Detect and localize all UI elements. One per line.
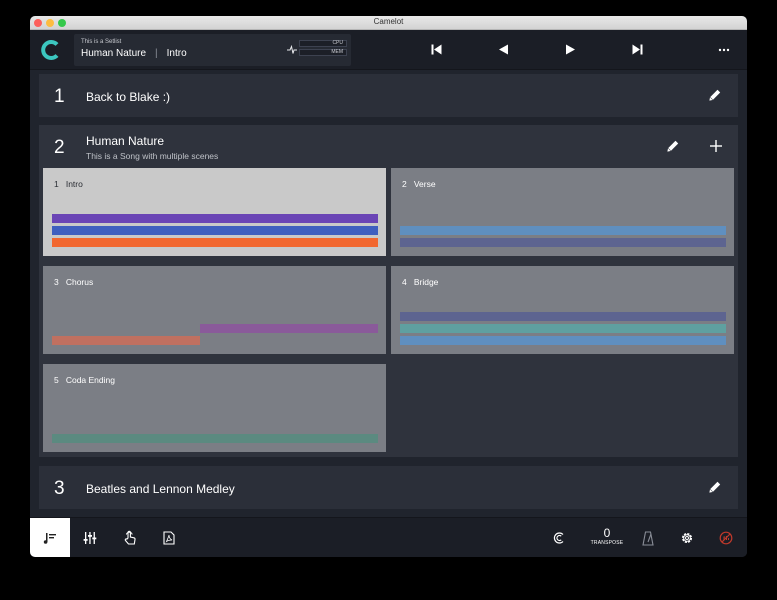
- setlist-icon: [43, 533, 56, 544]
- song-name: Back to Blake :): [86, 90, 171, 104]
- tab-touch[interactable]: [110, 518, 150, 557]
- transpose-control[interactable]: 0 TRANSPOSE: [589, 526, 625, 547]
- scene-label: 5 Coda Ending: [54, 375, 115, 385]
- song-number: 1: [54, 86, 65, 107]
- setlist-row[interactable]: 1 Back to Blake :): [39, 74, 738, 117]
- current-scene-name: Intro: [166, 48, 187, 59]
- mem-meter: MEM: [299, 49, 347, 56]
- setlist-row[interactable]: 3 Beatles and Lennon Medley: [39, 466, 738, 509]
- song-number: 3: [54, 478, 65, 499]
- tab-setlist[interactable]: [30, 518, 70, 557]
- transpose-value: 0: [603, 526, 611, 540]
- track-bar: [400, 238, 726, 247]
- track-bar: [400, 312, 726, 321]
- scene-label: 3 Chorus: [54, 277, 94, 287]
- panic-icon: [719, 531, 733, 545]
- title-bar: Camelot: [30, 16, 747, 30]
- mem-label: MEM: [331, 49, 343, 55]
- bottom-toolbar: 0 TRANSPOSE: [30, 517, 747, 557]
- skip-to-start-icon: [431, 44, 441, 54]
- title-separator: |: [155, 48, 158, 59]
- more-options-button[interactable]: [717, 44, 731, 56]
- link-button[interactable]: [551, 530, 567, 546]
- gear-icon: [681, 532, 693, 544]
- track-bar: [400, 226, 726, 235]
- edit-song-button[interactable]: [708, 88, 722, 102]
- track-bar: [400, 324, 726, 333]
- metronome-button[interactable]: [640, 530, 656, 546]
- touch-icon: [124, 530, 136, 545]
- scene-label: 2 Verse: [402, 179, 436, 189]
- transpose-label: TRANSPOSE: [590, 540, 624, 546]
- setlist-subtitle: This is a Setlist: [81, 39, 122, 45]
- window-title: Camelot: [373, 17, 404, 26]
- song-description: This is a Song with multiple scenes: [86, 151, 219, 161]
- tab-mixer[interactable]: [70, 518, 110, 557]
- scene-card-intro[interactable]: 1 Intro: [43, 168, 386, 256]
- track-bar: [52, 214, 378, 223]
- now-playing-panel[interactable]: This is a Setlist Human Nature | Intro CPU…: [74, 34, 351, 66]
- edit-song-button[interactable]: [708, 480, 722, 494]
- track-bar: [52, 336, 200, 345]
- metronome-icon: [642, 530, 654, 546]
- activity-pulse-icon: [287, 45, 297, 54]
- add-scene-button[interactable]: [709, 139, 723, 153]
- next-icon: [565, 44, 575, 54]
- plus-icon: [710, 140, 722, 152]
- track-bar: [400, 336, 726, 345]
- track-bar: [52, 434, 378, 443]
- scene-label: 4 Bridge: [402, 277, 439, 287]
- scene-card-coda-ending[interactable]: 5 Coda Ending: [43, 364, 386, 452]
- tab-pdf[interactable]: [149, 518, 189, 557]
- previous-icon: [498, 44, 508, 54]
- track-bar: [52, 238, 378, 247]
- current-song-name: Human Nature: [81, 48, 147, 59]
- more-icon: [718, 48, 730, 52]
- setlist-view: 1 Back to Blake :) 2 Human Nature This i…: [30, 71, 747, 517]
- header-bar: This is a Setlist Human Nature | Intro CPU…: [30, 30, 747, 70]
- next-scene-button[interactable]: [563, 42, 577, 56]
- skip-to-start-button[interactable]: [429, 42, 443, 56]
- scene-card-bridge[interactable]: 4 Bridge: [391, 266, 734, 354]
- scene-label: 1 Intro: [54, 179, 83, 189]
- cpu-label: CPU: [332, 40, 343, 46]
- edit-song-button[interactable]: [666, 139, 680, 153]
- skip-to-end-icon: [632, 44, 642, 54]
- now-playing-title: Human Nature | Intro: [81, 48, 187, 59]
- app-window: Camelot This is a Setlist Human Nature | I…: [30, 16, 747, 557]
- track-bar: [52, 226, 378, 235]
- scene-card-chorus[interactable]: 3 Chorus: [43, 266, 386, 354]
- cpu-meter: CPU: [299, 40, 347, 47]
- song-name: Human Nature: [86, 134, 165, 148]
- song-name: Beatles and Lennon Medley: [86, 482, 235, 496]
- mixer-icon: [83, 532, 97, 544]
- pdf-icon: [163, 531, 175, 545]
- scene-card-verse[interactable]: 2 Verse: [391, 168, 734, 256]
- pencil-icon: [667, 140, 679, 152]
- pencil-icon: [709, 481, 721, 493]
- panic-button[interactable]: [718, 530, 734, 546]
- previous-scene-button[interactable]: [496, 42, 510, 56]
- link-icon: [553, 532, 564, 544]
- settings-button[interactable]: [679, 530, 695, 546]
- setlist-row[interactable]: 2 Human Nature This is a Song with multi…: [39, 125, 738, 457]
- camelot-logo-icon: [41, 40, 59, 60]
- pencil-icon: [709, 89, 721, 101]
- song-number: 2: [54, 137, 65, 158]
- track-bar: [200, 324, 378, 333]
- skip-to-end-button[interactable]: [630, 42, 644, 56]
